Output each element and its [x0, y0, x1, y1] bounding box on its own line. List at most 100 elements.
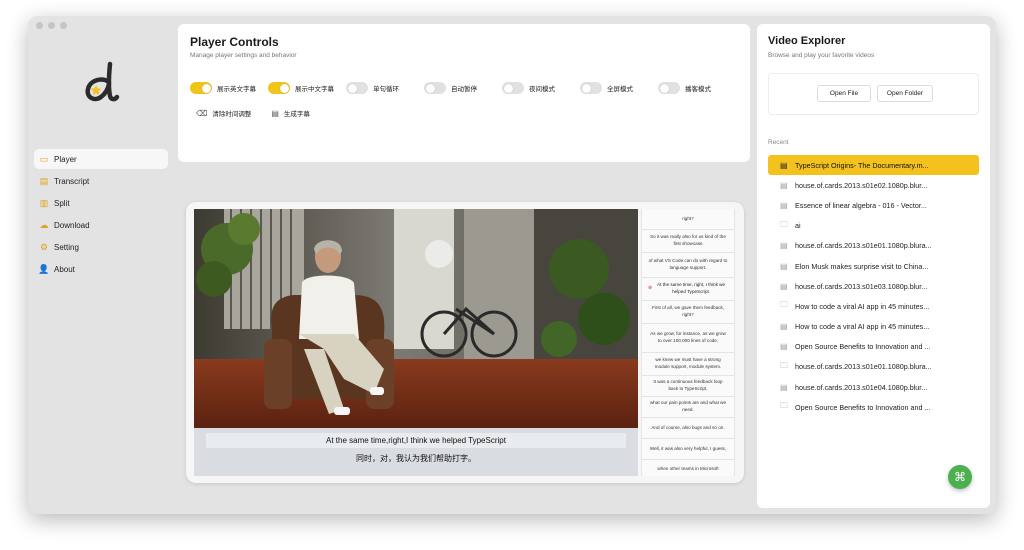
folder-icon: 🗀 [780, 219, 788, 229]
file-icon: ▤ [780, 241, 788, 251]
subtitle-bar: At the same time,right,I think we helped… [194, 428, 638, 476]
app-logo [85, 61, 120, 102]
transcript-text: of what VS Code can do with regard to la… [648, 258, 728, 270]
toggle-switch[interactable] [658, 82, 680, 94]
file-list-item[interactable]: 🗀 house.of.cards.2013.s01e01.1080p.blura.… [768, 357, 979, 377]
file-list-item[interactable]: ▤ TypeScript Origins- The Documentary.m..… [768, 155, 979, 176]
transcript-line[interactable]: So it was really also for us kind of the… [642, 230, 734, 252]
file-name: house.of.cards.2013.s01e03.1080p.blur... [795, 281, 928, 291]
page-subtitle: Manage player settings and behavior [190, 52, 297, 59]
file-name: How to code a viral AI app in 45 minutes… [795, 301, 930, 311]
transcript-text: It was a continuous feedback loop back t… [653, 379, 723, 391]
sidebar-item-label: Download [54, 220, 90, 230]
file-icon: ▤ [780, 342, 788, 352]
zoom-dot[interactable] [60, 22, 67, 29]
sidebar-item-label: Transcript [54, 176, 90, 186]
toggle-switch[interactable] [424, 82, 446, 94]
toggle-switch[interactable] [580, 82, 602, 94]
file-list-item[interactable]: ▤ house.of.cards.2013.s01e01.1080p.blura.… [768, 236, 979, 256]
transcript-line[interactable]: First of all, we gave them feedback, rig… [642, 301, 734, 323]
sidebar-item-label: Player [54, 154, 77, 164]
file-icon: ▤ [780, 261, 788, 271]
generate-subtitles-button[interactable]: ▤ 生成字幕 [271, 108, 310, 119]
subtitle-chinese: 同时，对，我认为我们帮助打字。 [356, 454, 476, 463]
clear-time-adjust-label: 清除时间调整 [212, 111, 252, 118]
toggle-label: 夜间模式 [529, 86, 555, 93]
transcript-line[interactable]: right? [642, 209, 734, 229]
transcript-line[interactable]: As we grow, for instance, as we grow to … [642, 324, 734, 352]
open-folder-button[interactable]: Open Folder [877, 85, 933, 102]
transcript-line[interactable]: Well, it was also very helpful, I guess, [642, 439, 734, 459]
file-icon: ▤ [780, 200, 788, 210]
file-list-item[interactable]: ▤ Elon Musk makes surprise visit to China… [768, 256, 979, 276]
transcript-line[interactable]: ⊗ At the same time, right, I think we hel… [642, 278, 734, 300]
clear-time-adjust-button[interactable]: ⌫ 清除时间调整 [196, 108, 252, 119]
sidebar-item-setting[interactable]: ⚙ Setting [34, 237, 168, 257]
file-list-item[interactable]: 🗀 Open Source Benefits to Innovation and … [768, 397, 979, 417]
toggle-label: 播客模式 [685, 86, 711, 93]
video-frame[interactable] [194, 209, 638, 428]
sidebar-item-transcript[interactable]: ▤ Transcript [34, 171, 168, 191]
file-list-item[interactable]: ▤ house.of.cards.2013.s01e02.1080p.blur..… [768, 175, 979, 195]
transcript-panel: right? So it was really also for us kind … [641, 209, 735, 476]
app-window: ▭ Player ▤ Transcript ▥ Split ☁ Download ⚙ Settin… [28, 16, 996, 514]
open-box: Open File Open Folder [768, 73, 979, 115]
sidebar-item-split[interactable]: ▥ Split [34, 193, 168, 213]
toggle-label: 展示英文字幕 [217, 86, 256, 93]
file-list-item[interactable]: 🗀 ai [768, 216, 979, 236]
video-scene-image [194, 209, 638, 428]
generate-subtitles-label: 生成字幕 [283, 111, 310, 118]
transcript-text: As we grow, for instance, as we grow to … [650, 331, 726, 343]
gear-icon: ⚙ [39, 241, 49, 252]
file-list-item[interactable]: ▤ Essence of linear algebra - 016 - Vecto… [768, 195, 979, 215]
toggle-switch[interactable] [190, 82, 212, 94]
transcript-text: First of all, we gave them feedback, rig… [651, 305, 725, 317]
close-circle-icon[interactable]: ⊗ [648, 285, 652, 292]
command-icon[interactable]: ⌘ [948, 465, 972, 489]
transcript-line[interactable]: It was a continuous feedback loop back t… [642, 376, 734, 396]
file-list-item[interactable]: 🗀 How to code a viral AI app in 45 minute… [768, 296, 979, 316]
toggle-switch[interactable] [502, 82, 524, 94]
download-icon: ☁ [39, 219, 49, 230]
file-list-item[interactable]: ▤ How to code a viral AI app in 45 minute… [768, 317, 979, 337]
toggle-7: 播客模式 [658, 82, 736, 94]
close-dot[interactable] [36, 22, 43, 29]
recent-label: Recent [768, 139, 789, 146]
minimize-dot[interactable] [48, 22, 55, 29]
file-icon: ▤ [780, 160, 788, 170]
sidebar-item-about[interactable]: 👤 About [34, 259, 168, 279]
file-name: house.of.cards.2013.s01e01.1080p.blura..… [795, 241, 932, 251]
sidebar-item-download[interactable]: ☁ Download [34, 215, 168, 235]
file-name: TypeScript Origins- The Documentary.m... [795, 160, 929, 170]
transcript-line[interactable]: And of course, also bugs and so on. [642, 418, 734, 438]
toggle-1: 展示英文字幕 [190, 82, 268, 94]
toggle-2: 展示中文字幕 [268, 82, 346, 94]
transcript-line[interactable]: when other teams in Microsoft [642, 460, 734, 476]
action-row: ⌫ 清除时间调整 ▤ 生成字幕 [196, 108, 310, 119]
transcript-text: Well, it was also very helpful, I guess, [649, 445, 727, 451]
explorer-title: Video Explorer [768, 35, 846, 47]
file-list-item[interactable]: ▤ Open Source Benefits to Innovation and … [768, 337, 979, 357]
sidebar-item-label: Split [54, 198, 70, 208]
file-list-item[interactable]: ▤ house.of.cards.2013.s01e04.1080p.blur..… [768, 377, 979, 397]
sidebar-nav: ▭ Player ▤ Transcript ▥ Split ☁ Download ⚙ Settin… [34, 149, 168, 281]
toggle-label: 自动暂停 [451, 86, 477, 93]
file-name: Elon Musk makes surprise visit to China.… [795, 261, 929, 271]
toggle-5: 夜间模式 [502, 82, 580, 94]
transcript-line[interactable]: of what VS Code can do with regard to la… [642, 253, 734, 277]
eraser-icon: ⌫ [196, 108, 208, 118]
split-icon: ▥ [39, 197, 49, 208]
transcript-text: And of course, also bugs and so on. [651, 424, 725, 430]
folder-icon: 🗀 [780, 401, 788, 411]
file-list-item[interactable]: ▤ house.of.cards.2013.s01e03.1080p.blur..… [768, 276, 979, 296]
player-controls-card: Player Controls Manage player settings a… [178, 24, 750, 162]
transcript-line[interactable]: we knew we must have a strong module sup… [642, 353, 734, 375]
toggle-switch[interactable] [268, 82, 290, 94]
transcript-line[interactable]: what our pain points are and what we nee… [642, 397, 734, 417]
file-name: Open Source Benefits to Innovation and .… [795, 342, 931, 352]
file-name: house.of.cards.2013.s01e02.1080p.blur... [795, 180, 928, 190]
toggle-4: 自动暂停 [424, 82, 502, 94]
open-file-button[interactable]: Open File [817, 85, 871, 102]
toggle-switch[interactable] [346, 82, 368, 94]
sidebar-item-player[interactable]: ▭ Player [34, 149, 168, 169]
